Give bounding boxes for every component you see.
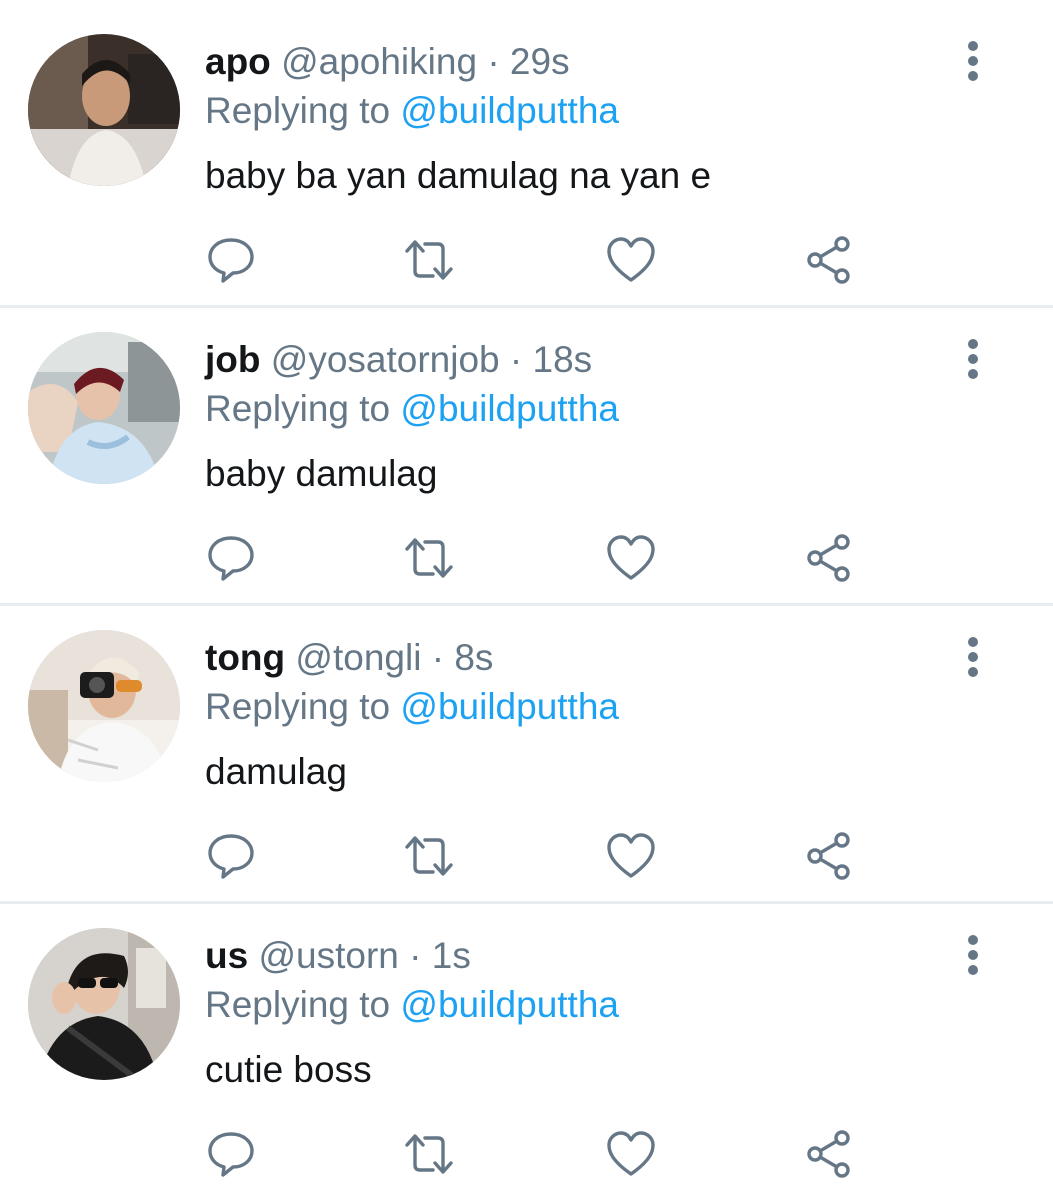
- reply-header: tong @tongli · 8s: [205, 636, 493, 680]
- display-name[interactable]: apo: [205, 41, 271, 82]
- user-handle[interactable]: @yosatornjob: [271, 339, 500, 380]
- mention-link[interactable]: @buildputtha: [400, 984, 619, 1025]
- more-vertical-icon[interactable]: [955, 636, 991, 680]
- display-name[interactable]: job: [205, 339, 260, 380]
- reply-icon[interactable]: [205, 1129, 257, 1179]
- separator-dot: ·: [509, 339, 523, 380]
- replying-to-line: Replying to @buildputtha: [205, 89, 619, 133]
- avatar[interactable]: [28, 928, 180, 1080]
- reply-header: apo @apohiking · 29s: [205, 40, 570, 84]
- action-bar: [205, 235, 885, 285]
- reply-text: baby damulag: [205, 453, 438, 494]
- reply-text: cutie boss: [205, 1049, 372, 1090]
- replying-to-line: Replying to @buildputtha: [205, 983, 619, 1027]
- avatar[interactable]: [28, 630, 180, 782]
- timestamp[interactable]: 29s: [510, 41, 570, 82]
- reply-icon[interactable]: [205, 235, 257, 285]
- separator-dot: ·: [431, 637, 445, 678]
- like-icon[interactable]: [605, 831, 657, 881]
- more-vertical-icon[interactable]: [955, 338, 991, 382]
- share-icon[interactable]: [803, 533, 855, 583]
- reply-item[interactable]: us @ustorn · 1s Replying to @buildputtha…: [0, 894, 1053, 1192]
- user-handle[interactable]: @apohiking: [281, 41, 477, 82]
- reply-icon[interactable]: [205, 533, 257, 583]
- reply-header: us @ustorn · 1s: [205, 934, 471, 978]
- separator-dot: ·: [409, 935, 422, 976]
- timestamp[interactable]: 8s: [454, 637, 493, 678]
- reply-item[interactable]: tong @tongli · 8s Replying to @buildputt…: [0, 596, 1053, 894]
- replying-to-label: Replying to: [205, 90, 391, 131]
- mention-link[interactable]: @buildputtha: [400, 90, 619, 131]
- separator-dot: ·: [487, 41, 500, 82]
- action-bar: [205, 533, 885, 583]
- replying-to-line: Replying to @buildputtha: [205, 387, 619, 431]
- replying-to-label: Replying to: [205, 686, 391, 727]
- reply-icon[interactable]: [205, 831, 257, 881]
- timestamp[interactable]: 1s: [432, 935, 471, 976]
- reply-item[interactable]: job @yosatornjob · 18s Replying to @buil…: [0, 298, 1053, 596]
- display-name[interactable]: us: [205, 935, 248, 976]
- share-icon[interactable]: [803, 235, 855, 285]
- replying-to-line: Replying to @buildputtha: [205, 685, 619, 729]
- share-icon[interactable]: [803, 1129, 855, 1179]
- more-vertical-icon[interactable]: [955, 40, 991, 84]
- mention-link[interactable]: @buildputtha: [400, 686, 619, 727]
- like-icon[interactable]: [605, 235, 657, 285]
- reply-item[interactable]: apo @apohiking · 29s Replying to @buildp…: [0, 0, 1053, 298]
- user-handle[interactable]: @tongli: [295, 637, 421, 678]
- action-bar: [205, 831, 885, 881]
- reply-header: job @yosatornjob · 18s: [205, 338, 592, 382]
- avatar[interactable]: [28, 332, 180, 484]
- retweet-icon[interactable]: [403, 235, 455, 285]
- replying-to-label: Replying to: [205, 984, 391, 1025]
- like-icon[interactable]: [605, 533, 657, 583]
- timestamp[interactable]: 18s: [533, 339, 593, 380]
- display-name[interactable]: tong: [205, 637, 285, 678]
- like-icon[interactable]: [605, 1129, 657, 1179]
- replies-feed: apo @apohiking · 29s Replying to @buildp…: [0, 0, 1053, 1200]
- avatar[interactable]: [28, 34, 180, 186]
- retweet-icon[interactable]: [403, 533, 455, 583]
- retweet-icon[interactable]: [403, 1129, 455, 1179]
- share-icon[interactable]: [803, 831, 855, 881]
- reply-text: baby ba yan damulag na yan e: [205, 155, 712, 196]
- retweet-icon[interactable]: [403, 831, 455, 881]
- reply-text: damulag: [205, 751, 347, 792]
- replying-to-label: Replying to: [205, 388, 391, 429]
- mention-link[interactable]: @buildputtha: [400, 388, 619, 429]
- more-vertical-icon[interactable]: [955, 934, 991, 978]
- action-bar: [205, 1129, 885, 1179]
- user-handle[interactable]: @ustorn: [258, 935, 398, 976]
